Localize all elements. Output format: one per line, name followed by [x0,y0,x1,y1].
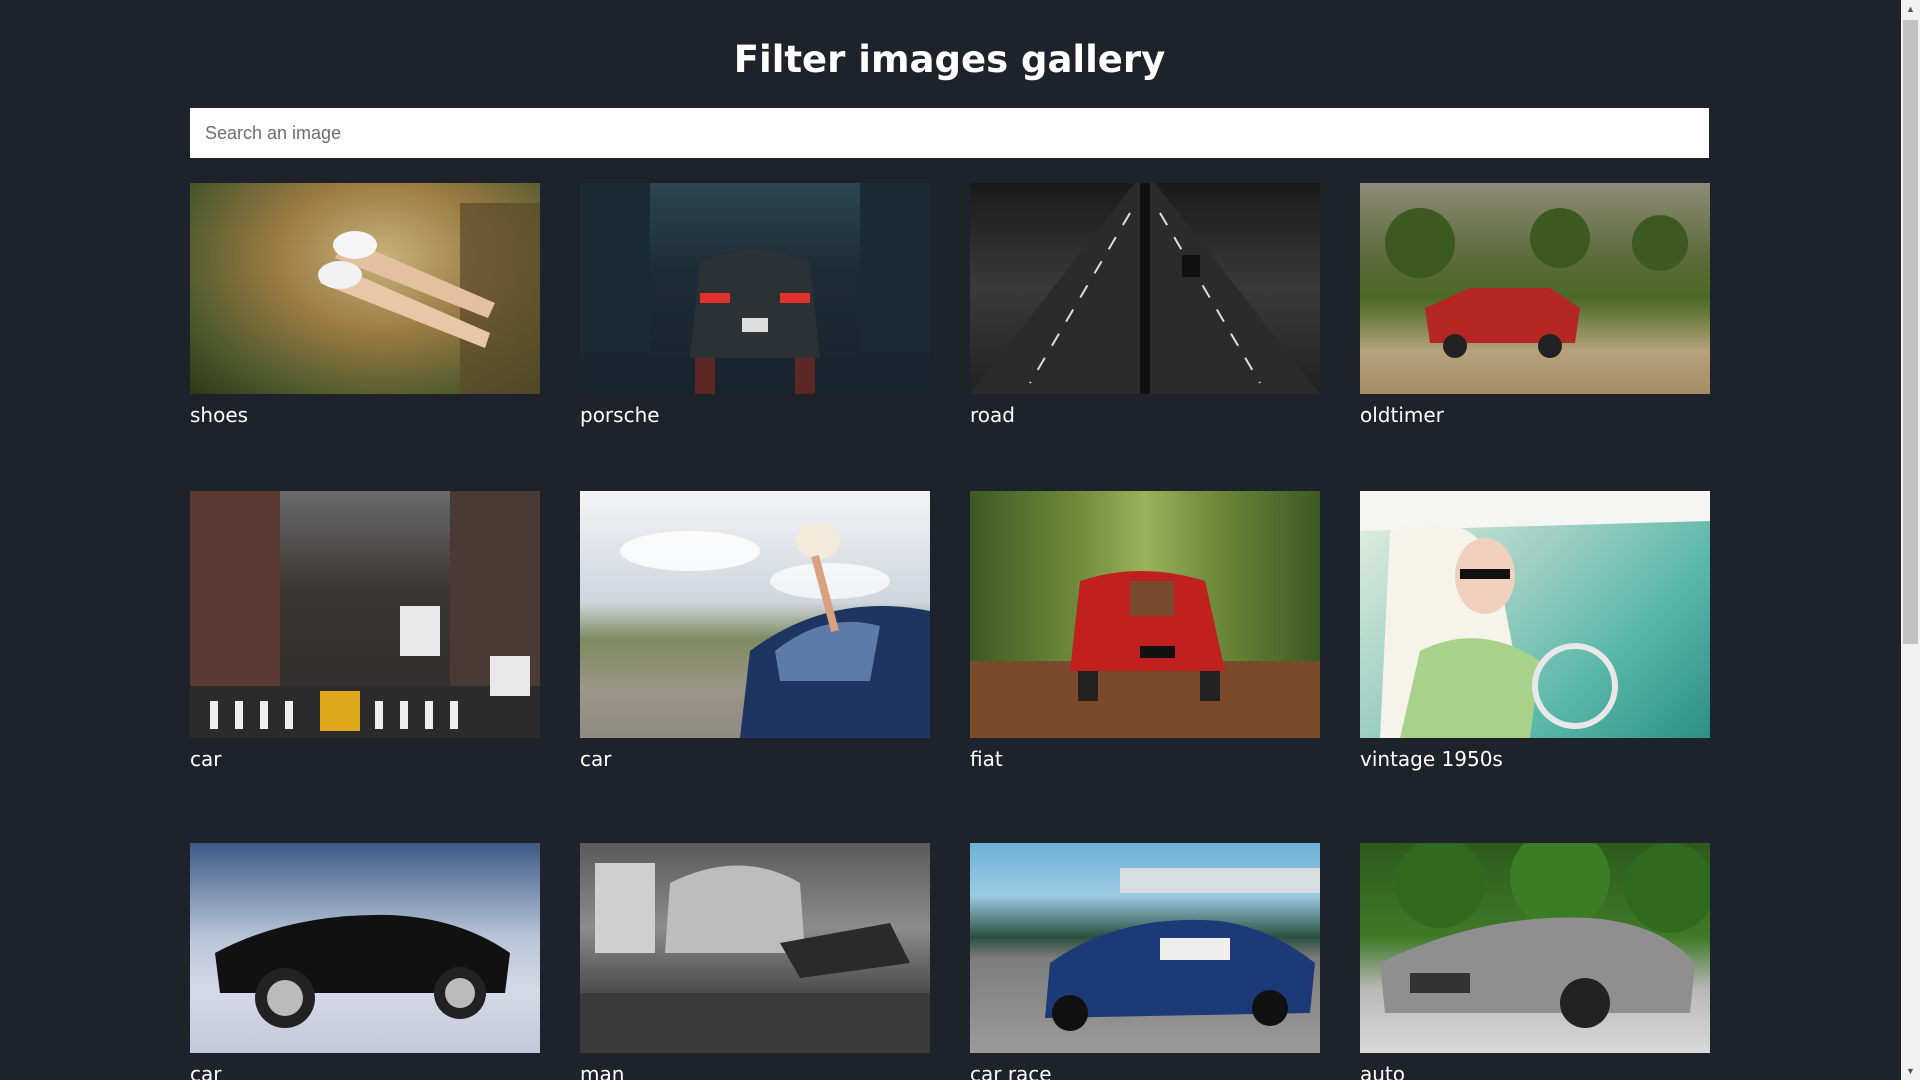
gallery-label: fiat [970,747,1003,771]
gallery-row: car car fiat vintage 1950s [190,491,1710,771]
gallery-row: car man car race auto [190,843,1710,1080]
gallery-card-vintage-1950s[interactable]: vintage 1950s [1360,491,1710,771]
gallery-image[interactable] [190,491,540,738]
gallery-label: car [580,747,612,771]
gallery-card-car-race[interactable]: car race [970,843,1320,1080]
gallery-card-oldtimer[interactable]: oldtimer [1360,183,1710,427]
gallery-image[interactable] [190,183,540,394]
gallery-card-car[interactable]: car [580,491,930,771]
gallery-label: road [970,403,1015,427]
gallery-card-porsche[interactable]: porsche [580,183,930,427]
gallery-label: shoes [190,403,249,427]
gallery-card-man[interactable]: man [580,843,930,1080]
gallery-page: Filter images gallery shoes [190,0,1710,1080]
gallery-card-road[interactable]: road [970,183,1320,427]
gallery-row: shoes porsche road oldtimer [190,183,1710,427]
gallery-label: car [190,747,222,771]
gallery-card-car[interactable]: car [190,843,540,1080]
gallery-label: car race [970,1062,1052,1080]
gallery-card-fiat[interactable]: fiat [970,491,1320,771]
page-title: Filter images gallery [733,38,1166,81]
gallery-card-shoes[interactable]: shoes [190,183,540,427]
gallery-image[interactable] [970,491,1320,738]
gallery-image[interactable] [580,183,930,394]
gallery-label: porsche [580,403,660,427]
gallery-card-car[interactable]: car [190,491,540,771]
gallery-label: oldtimer [1360,403,1444,427]
gallery-image[interactable] [970,183,1320,394]
gallery-image[interactable] [1360,183,1710,394]
gallery-image[interactable] [580,491,930,738]
gallery-image[interactable] [190,843,540,1053]
scroll-down-arrow-icon[interactable]: ▼ [1901,1062,1920,1080]
gallery-image[interactable] [1360,491,1710,738]
gallery-card-auto[interactable]: auto [1360,843,1710,1080]
gallery-label: man [580,1062,625,1080]
gallery-label: vintage 1950s [1360,747,1503,771]
scroll-up-arrow-icon[interactable]: ▲ [1901,0,1920,18]
vertical-scrollbar[interactable]: ▲ ▼ [1901,0,1920,1080]
gallery-image[interactable] [580,843,930,1053]
gallery-image[interactable] [1360,843,1710,1053]
gallery-label: car [190,1062,222,1080]
gallery-label: auto [1360,1062,1406,1080]
scrollbar-thumb[interactable] [1903,20,1918,644]
search-input[interactable] [190,108,1709,158]
gallery-image[interactable] [970,843,1320,1053]
